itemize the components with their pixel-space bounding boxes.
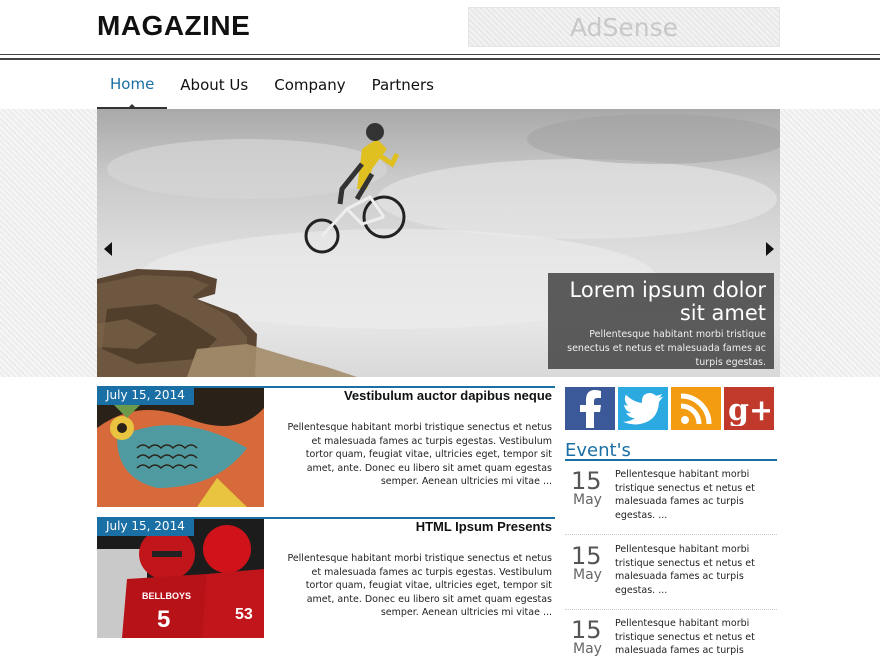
adsense-label: AdSense xyxy=(569,12,679,42)
event-item[interactable]: 15 May Pellentesque habitant morbi trist… xyxy=(565,612,777,660)
header-divider-top xyxy=(0,54,880,55)
event-day: 15 xyxy=(571,467,602,495)
adsense-banner[interactable]: AdSense xyxy=(468,7,780,47)
google-plus-icon[interactable]: g+ xyxy=(724,387,774,430)
event-text: Pellentesque habitant morbi tristique se… xyxy=(615,618,755,660)
event-item[interactable]: 15 May Pellentesque habitant morbi trist… xyxy=(565,538,777,610)
svg-text:BELLBOYS: BELLBOYS xyxy=(142,591,191,601)
article-card: July 15, 2014 Vestibulum auctor dapibus … xyxy=(97,386,555,507)
article-thumbnail[interactable]: BELLBOYS 5 53 xyxy=(97,519,264,638)
article-title[interactable]: Vestibulum auctor dapibus neque xyxy=(344,388,552,403)
svg-text:5: 5 xyxy=(157,606,170,633)
article-card: BELLBOYS 5 53 July 15, 2014 HTML Ipsum P… xyxy=(97,517,555,638)
svg-text:53: 53 xyxy=(235,606,253,623)
rss-icon[interactable] xyxy=(671,387,721,430)
events-heading: Event's xyxy=(565,440,777,461)
slider-next-arrow-icon[interactable] xyxy=(766,242,774,256)
social-links: g+ xyxy=(565,387,774,430)
site-logo[interactable]: MAGAZINE xyxy=(97,10,250,42)
slider-caption: Lorem ipsum dolor sit amet Pellentesque … xyxy=(548,273,774,369)
event-month: May xyxy=(573,492,602,508)
slider-caption-text: Pellentesque habitant morbi tristique se… xyxy=(567,329,766,368)
event-day: 15 xyxy=(571,616,602,644)
event-text: Pellentesque habitant morbi tristique se… xyxy=(615,469,755,521)
article-excerpt: Pellentesque habitant morbi tristique se… xyxy=(287,422,552,487)
event-day: 15 xyxy=(571,542,602,570)
featured-slider[interactable]: Lorem ipsum dolor sit amet Pellentesque … xyxy=(97,109,780,377)
article-excerpt: Pellentesque habitant morbi tristique se… xyxy=(287,553,552,618)
article-date-badge: July 15, 2014 xyxy=(97,386,194,405)
event-month: May xyxy=(573,567,602,583)
nav-item-partners[interactable]: Partners xyxy=(359,60,447,109)
event-item[interactable]: 15 May Pellentesque habitant morbi trist… xyxy=(565,463,777,535)
svg-text:g+: g+ xyxy=(728,393,770,426)
site-header: MAGAZINE AdSense xyxy=(0,0,880,60)
article-thumbnail[interactable] xyxy=(97,388,264,507)
article-title[interactable]: HTML Ipsum Presents xyxy=(416,519,552,534)
event-month: May xyxy=(573,641,602,657)
twitter-icon[interactable] xyxy=(618,387,668,430)
slider-caption-title[interactable]: Lorem ipsum dolor sit amet xyxy=(556,279,766,325)
nav-item-home[interactable]: Home xyxy=(97,60,168,109)
facebook-icon[interactable] xyxy=(565,387,615,430)
event-text: Pellentesque habitant morbi tristique se… xyxy=(615,544,755,596)
slider-prev-arrow-icon[interactable] xyxy=(104,242,112,256)
main-nav: Home About Us Company Partners xyxy=(97,60,447,109)
article-date-badge: July 15, 2014 xyxy=(97,517,194,536)
nav-item-about-us[interactable]: About Us xyxy=(167,60,261,109)
nav-item-company[interactable]: Company xyxy=(261,60,358,109)
